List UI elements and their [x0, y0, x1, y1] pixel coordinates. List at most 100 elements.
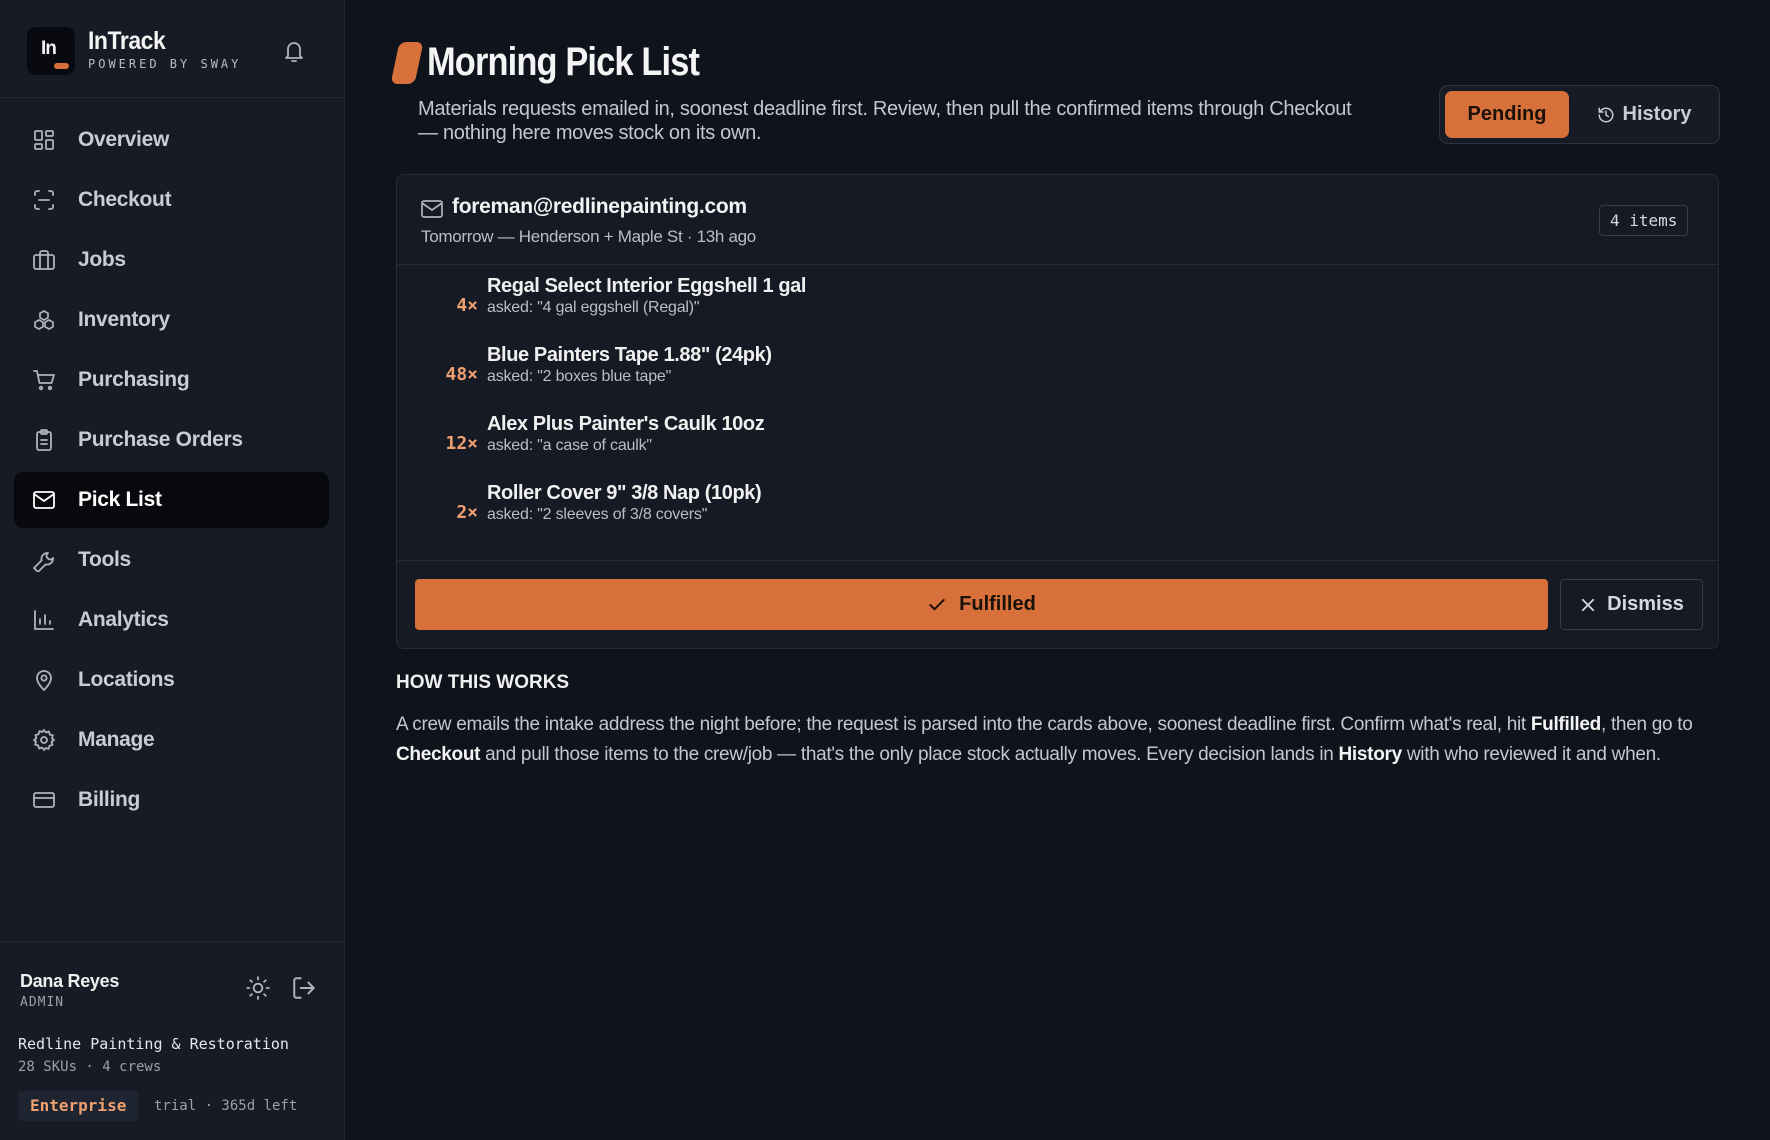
sidebar-item-analytics[interactable]: Analytics [14, 592, 329, 648]
item-count-badge: 4 items [1599, 205, 1689, 236]
plan-badge[interactable]: Enterprise [18, 1091, 139, 1121]
main-content: Morning Pick List Materials requests ema… [346, 0, 1770, 1140]
request-items-list: 4× Regal Select Interior Eggshell 1 gal … [397, 275, 1718, 551]
list-item: 2× Roller Cover 9" 3/8 Nap (10pk) asked:… [397, 482, 1718, 551]
how-text-part: and pull those items to the crew/job — t… [480, 744, 1339, 765]
sidebar-item-label: Overview [78, 128, 169, 151]
close-icon [1581, 598, 1595, 611]
sidebar-item-inventory[interactable]: Inventory [14, 292, 329, 348]
item-name: Alex Plus Painter's Caulk 10oz [487, 413, 765, 435]
request-card: foreman@redlinepainting.com Tomorrow — H… [396, 174, 1719, 649]
title-accent-mark [390, 42, 424, 84]
sidebar-item-label: Analytics [78, 608, 169, 631]
item-quantity: 12× [445, 433, 478, 454]
user-role: ADMIN [20, 995, 65, 1010]
sidebar-item-label: Locations [78, 668, 175, 691]
bell-icon[interactable] [282, 38, 306, 64]
how-term-history: History [1338, 744, 1403, 765]
sidebar-item-label: Tools [78, 548, 131, 571]
sidebar-item-label: Purchase Orders [78, 428, 243, 451]
brand-header: In InTrack POWERED BY SWAY [0, 0, 344, 98]
sidebar-item-checkout[interactable]: Checkout [14, 172, 329, 228]
sidebar-item-purchasing[interactable]: Purchasing [14, 352, 329, 408]
how-text-part: , then go to [1600, 714, 1693, 735]
grid-icon [34, 130, 54, 150]
item-quantity: 48× [445, 364, 478, 385]
sidebar-item-locations[interactable]: Locations [14, 652, 329, 708]
bar-chart-icon [34, 610, 54, 630]
clipboard-icon [36, 429, 52, 451]
item-quantity: 2× [456, 502, 478, 523]
sun-icon[interactable] [245, 975, 271, 1001]
view-toggle: Pending History [1439, 85, 1720, 144]
trial-status: trial · 365d left [154, 1098, 298, 1114]
org-stats: 28 SKUs · 4 crews [18, 1059, 162, 1075]
mail-icon [33, 491, 55, 509]
tab-pending[interactable]: Pending [1445, 91, 1569, 138]
fulfilled-button-label: Fulfilled [959, 593, 1036, 615]
tab-history-label: History [1622, 103, 1692, 125]
item-asked-text: asked: "a case of caulk" [487, 437, 652, 454]
history-icon [1598, 107, 1614, 122]
sidebar-item-pick-list[interactable]: Pick List [14, 472, 329, 528]
sidebar: In InTrack POWERED BY SWAY Overview Chec… [0, 0, 345, 1140]
sidebar-nav: Overview Checkout Jobs Inventory Purchas… [14, 112, 329, 832]
sidebar-item-overview[interactable]: Overview [14, 112, 329, 168]
app-logo[interactable]: In [27, 27, 75, 75]
request-card-header: foreman@redlinepainting.com Tomorrow — H… [397, 175, 1718, 265]
cart-icon [33, 370, 55, 391]
fulfilled-button[interactable]: Fulfilled [415, 579, 1548, 630]
how-it-works-title: HOW THIS WORKS [396, 672, 570, 693]
sidebar-item-label: Purchasing [78, 368, 190, 391]
list-item: 4× Regal Select Interior Eggshell 1 gal … [397, 275, 1718, 344]
wrench-icon [33, 552, 54, 572]
briefcase-icon [33, 250, 55, 270]
item-asked-text: asked: "2 boxes blue tape" [487, 368, 672, 385]
user-name: Dana Reyes [20, 971, 120, 991]
dismiss-button-label: Dismiss [1607, 593, 1684, 615]
mail-icon [421, 200, 443, 218]
list-item: 48× Blue Painters Tape 1.88" (24pk) aske… [397, 344, 1718, 413]
check-icon [929, 598, 945, 610]
sidebar-item-jobs[interactable]: Jobs [14, 232, 329, 288]
how-term-checkout: Checkout [396, 744, 481, 765]
logo-text: In [41, 38, 57, 59]
item-asked-text: asked: "2 sleeves of 3/8 covers" [487, 506, 708, 523]
sidebar-item-label: Billing [78, 788, 141, 811]
app-tagline: POWERED BY SWAY [88, 57, 242, 71]
sidebar-item-label: Manage [78, 728, 155, 751]
how-text-part: A crew emails the intake address the nig… [396, 714, 1531, 735]
sender-email: foreman@redlinepainting.com [452, 195, 747, 218]
sidebar-item-billing[interactable]: Billing [14, 772, 329, 828]
sidebar-item-label: Checkout [78, 188, 172, 211]
sidebar-item-manage[interactable]: Manage [14, 712, 329, 768]
sidebar-item-label: Jobs [78, 248, 126, 271]
list-item: 12× Alex Plus Painter's Caulk 10oz asked… [397, 413, 1718, 482]
sidebar-item-purchase-orders[interactable]: Purchase Orders [14, 412, 329, 468]
boxes-icon [34, 310, 54, 330]
item-name: Regal Select Interior Eggshell 1 gal [487, 275, 807, 297]
request-meta: Tomorrow — Henderson + Maple St · 13h ag… [421, 227, 756, 246]
page-description: Materials requests emailed in, soonest d… [418, 98, 1352, 144]
sidebar-item-label: Inventory [78, 308, 170, 331]
tab-history[interactable]: History [1574, 91, 1714, 138]
item-name: Blue Painters Tape 1.88" (24pk) [487, 344, 772, 366]
map-pin-icon [36, 670, 52, 691]
sidebar-footer: Dana Reyes ADMIN Redline Painting & Rest… [0, 941, 345, 1140]
dismiss-button[interactable]: Dismiss [1560, 579, 1703, 630]
scan-icon [34, 190, 54, 210]
gear-icon [33, 729, 55, 751]
logout-icon[interactable] [291, 975, 317, 1001]
app-name: InTrack [88, 27, 166, 55]
sidebar-item-tools[interactable]: Tools [14, 532, 329, 588]
logo-accent [54, 63, 69, 69]
how-text-part: with who reviewed it and when. [1401, 744, 1661, 765]
item-asked-text: asked: "4 gal eggshell (Regal)" [487, 299, 700, 316]
page-title: Morning Pick List [427, 40, 700, 84]
org-name: Redline Painting & Restoration [18, 1035, 289, 1053]
item-quantity: 4× [456, 295, 478, 316]
sidebar-item-label: Pick List [78, 488, 162, 511]
how-term-fulfilled: Fulfilled [1530, 714, 1601, 735]
how-it-works-text: A crew emails the intake address the nig… [396, 710, 1726, 770]
item-name: Roller Cover 9" 3/8 Nap (10pk) [487, 482, 762, 504]
